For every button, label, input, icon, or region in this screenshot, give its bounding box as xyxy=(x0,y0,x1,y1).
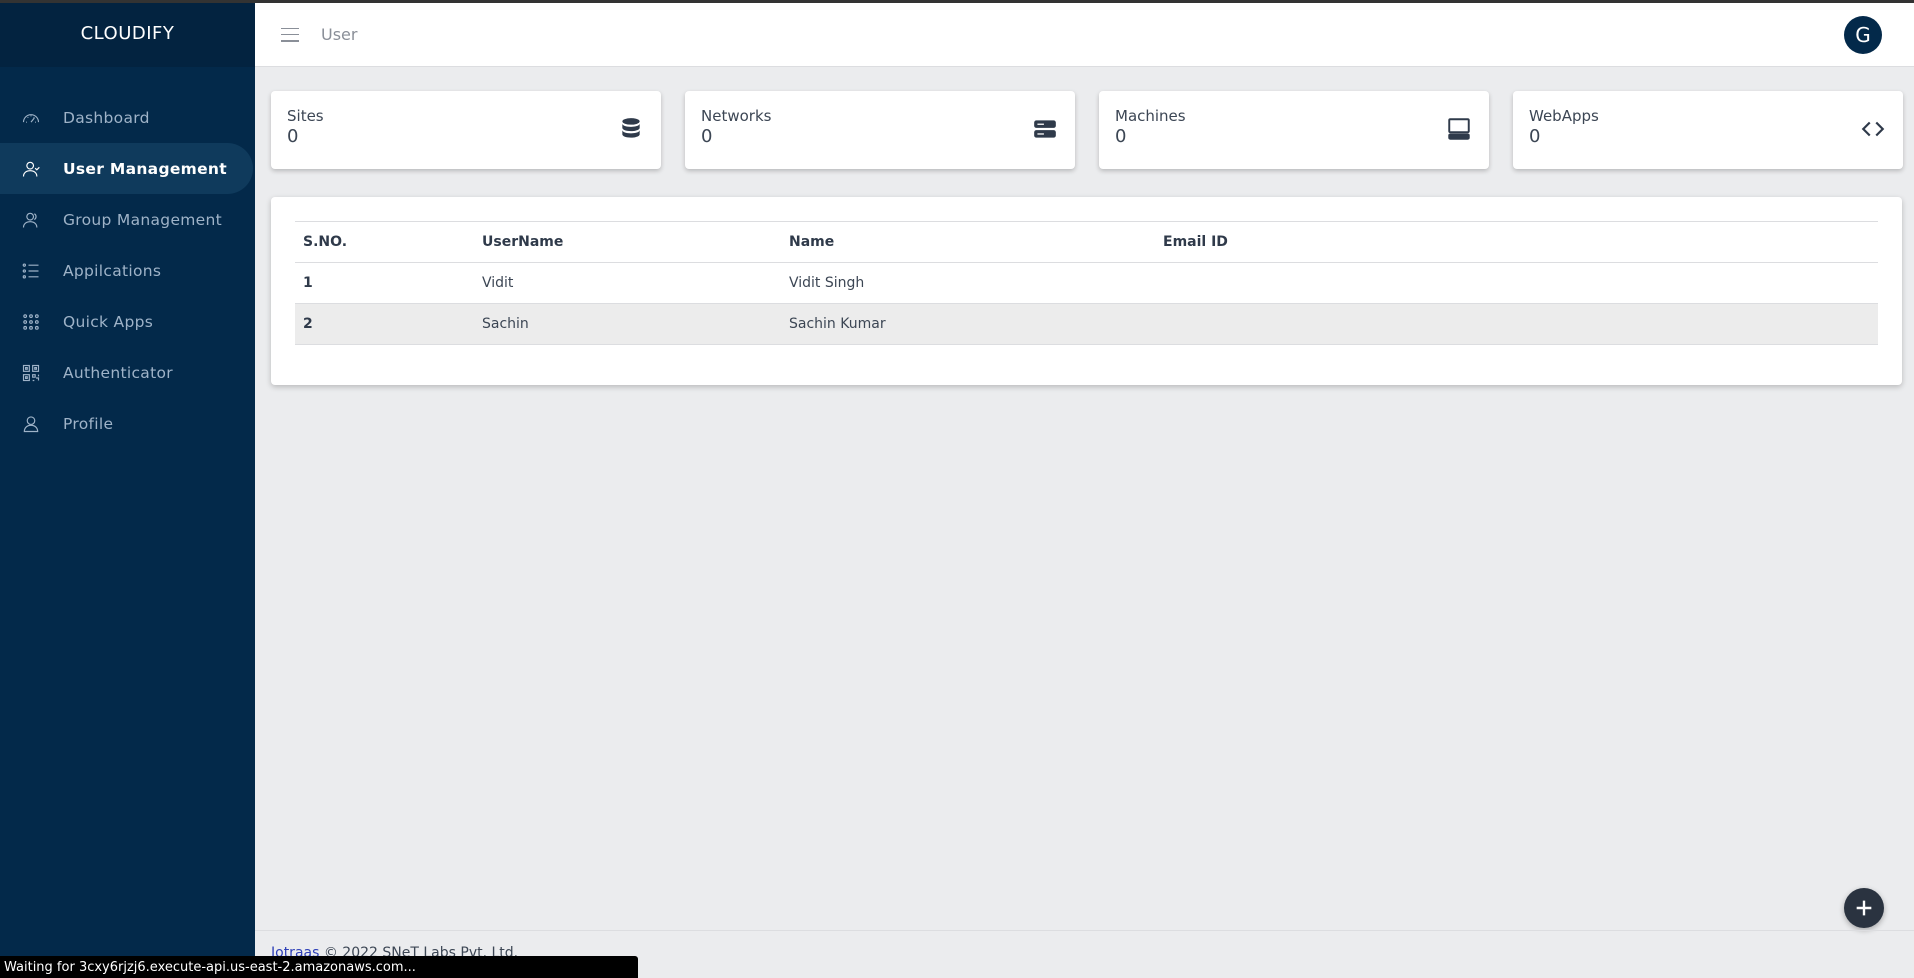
qr-icon xyxy=(20,362,42,384)
users-table-panel: S.NO. UserName Name Email ID 1 Vidit Vid… xyxy=(271,197,1902,385)
card-label: WebApps xyxy=(1529,107,1599,125)
card-label: Machines xyxy=(1115,107,1186,125)
group-icon xyxy=(20,209,42,231)
cell-username: Sachin xyxy=(474,303,781,345)
webapps-card[interactable]: WebApps 0 xyxy=(1513,91,1903,169)
person-icon xyxy=(20,413,42,435)
card-value: 0 xyxy=(287,126,299,147)
plus-icon xyxy=(1856,900,1872,916)
cell-name: Sachin Kumar xyxy=(781,303,1155,345)
sidebar-item-label: Authenticator xyxy=(63,363,173,382)
card-value: 0 xyxy=(701,126,713,147)
sidebar-item-label: User Management xyxy=(63,159,227,178)
sidebar-item-label: Quick Apps xyxy=(63,312,154,331)
cell-sno: 2 xyxy=(295,303,474,345)
sidebar-nav: Dashboard User Management Group Manageme… xyxy=(0,92,255,449)
table-header-row: S.NO. UserName Name Email ID xyxy=(295,221,1878,263)
computer-icon xyxy=(1445,115,1473,143)
sidebar-item-user-management[interactable]: User Management xyxy=(0,143,253,194)
users-table: S.NO. UserName Name Email ID 1 Vidit Vid… xyxy=(295,221,1878,345)
sidebar-item-group-management[interactable]: Group Management xyxy=(0,194,255,245)
table-row[interactable]: 1 Vidit Vidit Singh xyxy=(295,262,1878,304)
cell-name: Vidit Singh xyxy=(781,262,1155,304)
sidebar-item-label: Appilcations xyxy=(63,261,162,280)
card-value: 0 xyxy=(1529,126,1541,147)
card-label: Networks xyxy=(701,107,772,125)
stat-cards: Sites 0 Networks 0 Machines 0 WebApps 0 xyxy=(271,91,1903,169)
users-icon xyxy=(20,158,42,180)
avatar[interactable]: G xyxy=(1844,16,1882,54)
add-user-button[interactable] xyxy=(1844,888,1884,928)
sidebar-item-dashboard[interactable]: Dashboard xyxy=(0,92,255,143)
table-row[interactable]: 2 Sachin Sachin Kumar xyxy=(295,303,1878,345)
sidebar: CLOUDIFY Dashboard User Management Group… xyxy=(0,0,255,978)
sidebar-item-label: Group Management xyxy=(63,210,223,229)
database-icon xyxy=(617,115,645,143)
menu-icon[interactable] xyxy=(281,26,299,44)
browser-top-line xyxy=(0,0,1914,3)
sidebar-item-quick-apps[interactable]: Quick Apps xyxy=(0,296,255,347)
page-title: User xyxy=(321,25,358,44)
column-header-sno[interactable]: S.NO. xyxy=(295,221,474,263)
code-icon xyxy=(1859,115,1887,143)
card-value: 0 xyxy=(1115,126,1127,147)
networks-card[interactable]: Networks 0 xyxy=(685,91,1075,169)
server-icon xyxy=(1031,115,1059,143)
sidebar-item-label: Profile xyxy=(63,414,114,433)
brand-logo[interactable]: CLOUDIFY xyxy=(0,0,255,67)
sidebar-item-label: Dashboard xyxy=(63,108,150,127)
cell-email xyxy=(1155,262,1878,304)
sites-card[interactable]: Sites 0 xyxy=(271,91,661,169)
column-header-username[interactable]: UserName xyxy=(474,221,781,263)
column-header-email[interactable]: Email ID xyxy=(1155,221,1878,263)
sidebar-item-applications[interactable]: Appilcations xyxy=(0,245,255,296)
sidebar-item-authenticator[interactable]: Authenticator xyxy=(0,347,255,398)
list-icon xyxy=(20,260,42,282)
cell-email xyxy=(1155,303,1878,345)
browser-status-bar: Waiting for 3cxy6rjzj6.execute-api.us-ea… xyxy=(0,956,638,978)
grid-icon xyxy=(20,311,42,333)
sidebar-item-profile[interactable]: Profile xyxy=(0,398,255,449)
top-header: User G xyxy=(255,3,1914,67)
cell-sno: 1 xyxy=(295,262,474,304)
gauge-icon xyxy=(20,107,42,129)
cell-username: Vidit xyxy=(474,262,781,304)
machines-card[interactable]: Machines 0 xyxy=(1099,91,1489,169)
card-label: Sites xyxy=(287,107,324,125)
column-header-name[interactable]: Name xyxy=(781,221,1155,263)
